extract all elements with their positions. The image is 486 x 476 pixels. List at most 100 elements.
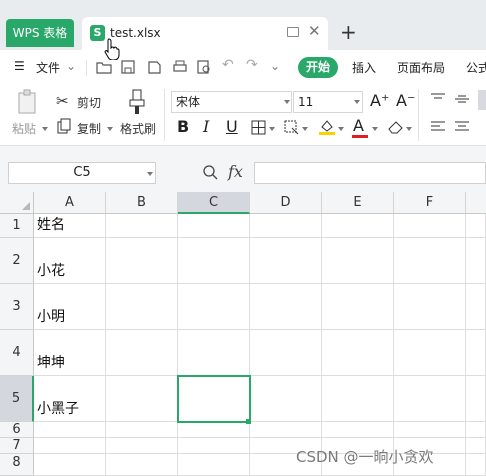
clear-chevron-icon[interactable] xyxy=(406,127,412,131)
insert-function-button[interactable]: fx xyxy=(228,162,243,181)
cell-g2[interactable] xyxy=(466,238,486,284)
bold-button[interactable]: B xyxy=(177,117,189,136)
cell-a5[interactable]: 小黑子 xyxy=(34,376,106,422)
cell-f3[interactable] xyxy=(394,284,466,330)
fill-color-icon[interactable] xyxy=(318,118,336,136)
align-middle-icon[interactable] xyxy=(455,93,469,105)
cell-g5[interactable] xyxy=(466,376,486,422)
copy-chevron-icon[interactable] xyxy=(107,127,113,131)
row-header-7[interactable]: 7 xyxy=(0,438,34,454)
cell-d1[interactable] xyxy=(250,214,322,238)
underline-button[interactable]: U xyxy=(226,117,238,136)
file-menu-chevron-icon[interactable]: ⌄ xyxy=(66,59,76,73)
decrease-font-size-button[interactable]: A⁻ xyxy=(396,91,415,110)
align-bottom-button[interactable] xyxy=(478,90,486,110)
cell-a4[interactable]: 坤坤 xyxy=(34,330,106,376)
hamburger-menu-icon[interactable]: ☰ xyxy=(14,59,25,73)
paste-chevron-icon[interactable] xyxy=(42,127,48,131)
formula-input[interactable] xyxy=(254,162,486,184)
cell-c3[interactable] xyxy=(178,284,250,330)
cell-c7[interactable] xyxy=(178,438,250,454)
cell-b7[interactable] xyxy=(106,438,178,454)
name-box-chevron-icon[interactable] xyxy=(147,172,153,176)
cell-e2[interactable] xyxy=(322,238,394,284)
row-header-2[interactable]: 2 xyxy=(0,238,34,284)
cell-d6[interactable] xyxy=(250,422,322,438)
column-header-g[interactable] xyxy=(466,192,486,214)
new-tab-button[interactable]: + xyxy=(340,20,357,44)
column-header-d[interactable]: D xyxy=(250,192,322,214)
cell-g6[interactable] xyxy=(466,422,486,438)
align-center-icon[interactable] xyxy=(455,120,469,134)
cell-g8[interactable] xyxy=(466,454,486,476)
column-header-c[interactable]: C xyxy=(178,192,250,214)
tab-wps-spreadsheet[interactable]: WPS 表格 xyxy=(6,19,74,47)
cell-c1[interactable] xyxy=(178,214,250,238)
cell-e5[interactable] xyxy=(322,376,394,422)
row-header-3[interactable]: 3 xyxy=(0,284,34,330)
cell-b1[interactable] xyxy=(106,214,178,238)
cell-format-icon[interactable] xyxy=(284,120,300,135)
cell-e6[interactable] xyxy=(322,422,394,438)
cell-e1[interactable] xyxy=(322,214,394,238)
cell-e3[interactable] xyxy=(322,284,394,330)
cell-d2[interactable] xyxy=(250,238,322,284)
cell-c4[interactable] xyxy=(178,330,250,376)
borders-chevron-icon[interactable] xyxy=(269,127,275,131)
more-icon[interactable]: ⌄ xyxy=(270,59,280,73)
column-header-a[interactable]: A xyxy=(34,192,106,214)
column-header-f[interactable]: F xyxy=(394,192,466,214)
row-header-4[interactable]: 4 xyxy=(0,330,34,376)
cell-f5[interactable] xyxy=(394,376,466,422)
tab-formulas[interactable]: 公式 xyxy=(466,59,486,76)
tab-insert[interactable]: 插入 xyxy=(352,59,376,76)
font-name-chevron-icon[interactable] xyxy=(284,100,290,104)
cell-f1[interactable] xyxy=(394,214,466,238)
font-color-chevron-icon[interactable] xyxy=(372,127,378,131)
cell-a1[interactable]: 姓名 xyxy=(34,214,106,238)
cell-a7[interactable] xyxy=(34,438,106,454)
cell-d4[interactable] xyxy=(250,330,322,376)
row-header-8[interactable]: 8 xyxy=(0,454,34,476)
cell-a2[interactable]: 小花 xyxy=(34,238,106,284)
font-size-select[interactable]: 11 xyxy=(293,91,363,113)
open-folder-icon[interactable] xyxy=(96,59,112,75)
cell-a8[interactable] xyxy=(34,454,106,476)
cell-format-chevron-icon[interactable] xyxy=(302,127,308,131)
italic-button[interactable]: I xyxy=(203,117,209,136)
cell-c6[interactable] xyxy=(178,422,250,438)
cell-b6[interactable] xyxy=(106,422,178,438)
cell-a3[interactable]: 小明 xyxy=(34,284,106,330)
increase-font-size-button[interactable]: A⁺ xyxy=(370,91,389,110)
row-header-6[interactable]: 6 xyxy=(0,422,34,438)
borders-icon[interactable] xyxy=(251,120,266,135)
redo-icon[interactable]: ↷ xyxy=(246,57,258,73)
column-header-e[interactable]: E xyxy=(322,192,394,214)
print-preview-icon[interactable] xyxy=(196,59,212,75)
close-tab-icon[interactable]: ✕ xyxy=(308,22,321,40)
cell-g3[interactable] xyxy=(466,284,486,330)
cell-b5[interactable] xyxy=(106,376,178,422)
row-header-5[interactable]: 5 xyxy=(0,376,34,422)
print-icon[interactable] xyxy=(172,59,188,75)
fill-color-chevron-icon[interactable] xyxy=(338,127,344,131)
font-size-chevron-icon[interactable] xyxy=(354,100,360,104)
file-menu[interactable]: 文件 xyxy=(36,59,60,76)
cell-f6[interactable] xyxy=(394,422,466,438)
fill-handle[interactable] xyxy=(246,419,251,424)
select-all-corner[interactable] xyxy=(0,192,34,214)
cell-c8[interactable] xyxy=(178,454,250,476)
clear-eraser-icon[interactable] xyxy=(387,119,405,135)
cell-d3[interactable] xyxy=(250,284,322,330)
cell-c2[interactable] xyxy=(178,238,250,284)
format-painter-button[interactable]: 格式刷 xyxy=(120,120,156,137)
cell-g7[interactable] xyxy=(466,438,486,454)
tab-page-layout[interactable]: 页面布局 xyxy=(397,59,445,76)
cell-g4[interactable] xyxy=(466,330,486,376)
cell-f4[interactable] xyxy=(394,330,466,376)
font-color-button[interactable]: A xyxy=(353,116,364,135)
cell-e4[interactable] xyxy=(322,330,394,376)
paste-icon[interactable] xyxy=(16,89,40,115)
selected-cell-c5[interactable] xyxy=(177,375,251,423)
cell-g1[interactable] xyxy=(466,214,486,238)
